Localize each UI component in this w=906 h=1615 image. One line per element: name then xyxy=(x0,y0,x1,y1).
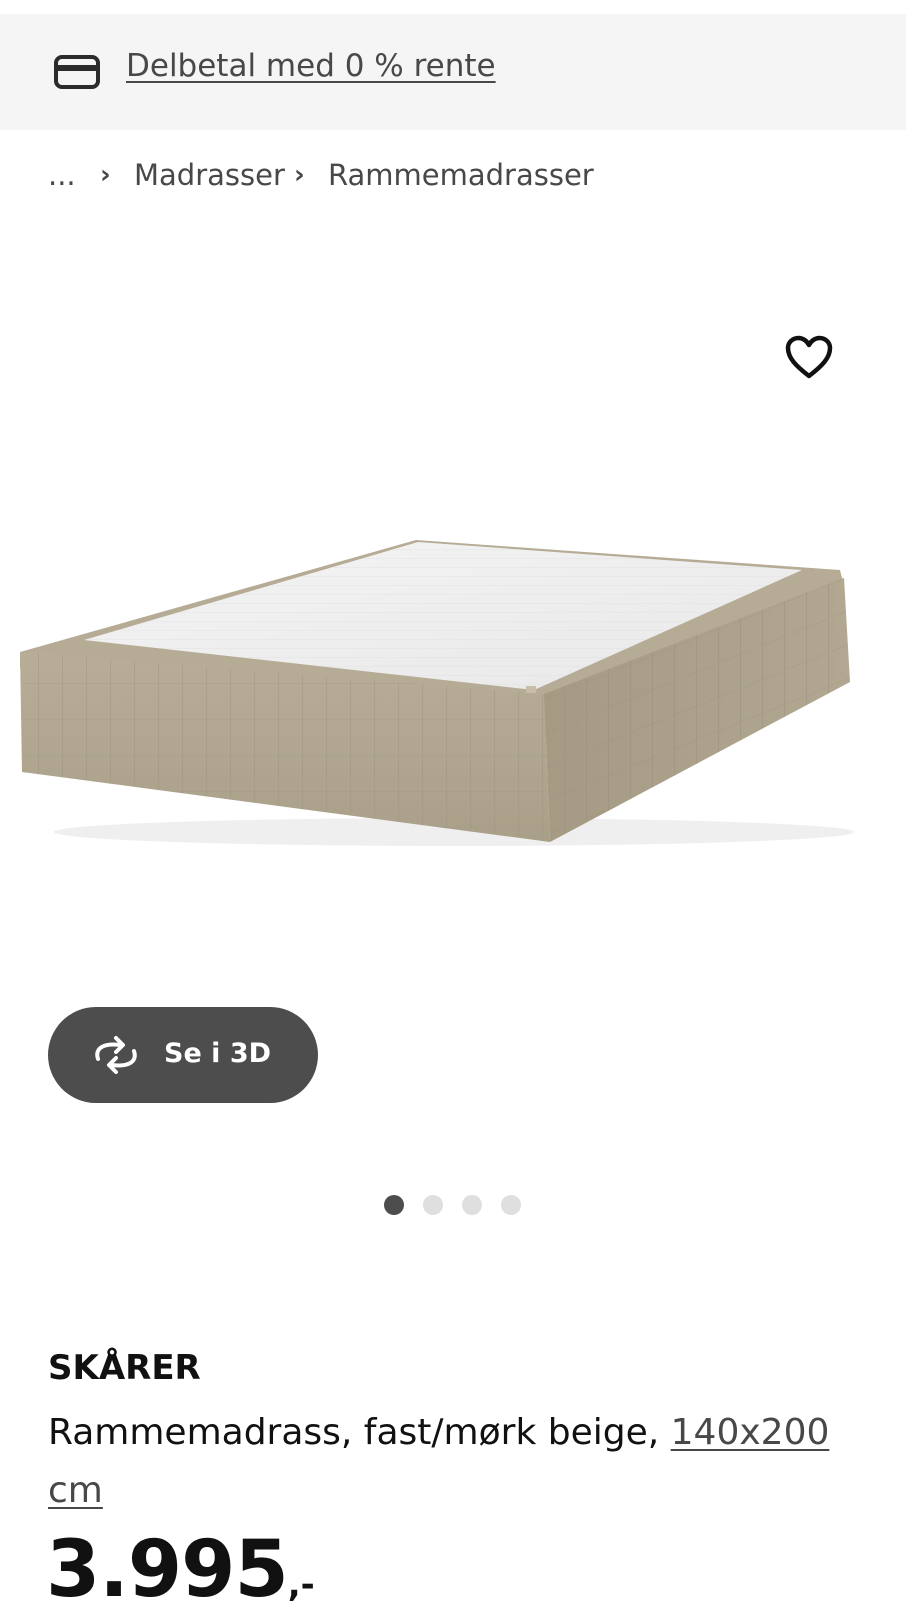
gallery-dot-1[interactable] xyxy=(384,1195,404,1215)
breadcrumb-ellipsis[interactable]: ... xyxy=(48,158,76,192)
installment-banner: Delbetal med 0 % rente xyxy=(0,14,906,130)
installment-link[interactable]: Delbetal med 0 % rente xyxy=(126,48,496,84)
chevron-right-icon: › xyxy=(294,160,305,190)
breadcrumb-item-rammemadrasser[interactable]: Rammemadrasser xyxy=(328,158,594,192)
product-price: 3.995,- xyxy=(46,1525,315,1615)
top-strip xyxy=(0,0,906,14)
credit-card-icon xyxy=(54,55,100,89)
gallery-dot-4[interactable] xyxy=(501,1195,521,1215)
breadcrumb-item-madrasser[interactable]: Madrasser xyxy=(134,158,285,192)
price-amount: 3.995 xyxy=(46,1525,289,1615)
gallery-pagination xyxy=(384,1195,524,1217)
product-description-text: Rammemadrass, fast/mørk beige, xyxy=(48,1412,660,1453)
view-in-3d-label: Se i 3D xyxy=(164,1038,272,1069)
gallery-dot-3[interactable] xyxy=(462,1195,482,1215)
view-in-3d-button[interactable]: Se i 3D xyxy=(48,1007,318,1103)
chevron-right-icon: › xyxy=(100,160,111,190)
product-image[interactable] xyxy=(14,540,874,860)
heart-icon[interactable] xyxy=(784,334,834,380)
rotate-3d-icon xyxy=(95,1036,137,1074)
product-description: Rammemadrass, fast/mørk beige, 140x200 c… xyxy=(48,1404,868,1520)
price-suffix: ,- xyxy=(287,1565,315,1605)
product-name: SKÅRER xyxy=(48,1348,201,1388)
gallery-dot-2[interactable] xyxy=(423,1195,443,1215)
